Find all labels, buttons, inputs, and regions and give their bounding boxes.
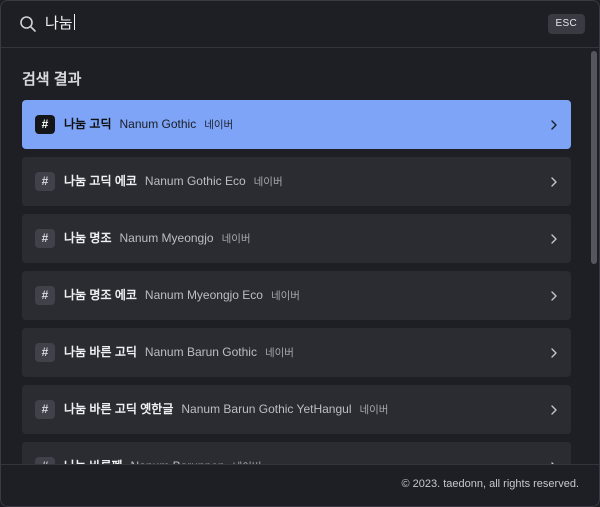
font-vendor: 네이버 xyxy=(253,176,283,188)
result-item[interactable]: # 나눔 고딕 에코 Nanum Gothic Eco 네이버 xyxy=(22,157,571,206)
scrollbar-thumb[interactable] xyxy=(591,51,597,264)
font-name-english: Nanum Barun Gothic xyxy=(144,345,257,359)
hash-icon: # xyxy=(35,229,55,248)
result-item[interactable]: # 나눔 명조 Nanum Myeongjo 네이버 xyxy=(22,214,571,263)
chevron-right-icon xyxy=(551,234,557,244)
font-name-korean: 나눔 명조 에코 xyxy=(64,288,137,302)
search-modal: 나눔 ESC 검색 결과 # 나눔 고딕 Nanum Gothic 네이버 # 나눔 고딕… xyxy=(0,0,600,507)
result-list: # 나눔 고딕 Nanum Gothic 네이버 # 나눔 고딕 에코 Nanum Goth… xyxy=(22,100,571,464)
font-name-korean: 나눔 명조 xyxy=(64,231,112,245)
font-name-english: Nanum Gothic xyxy=(119,117,197,131)
hash-icon: # xyxy=(35,343,55,362)
copyright-text: © 2023. taedonn, all rights reserved. xyxy=(401,478,580,490)
result-item-text: 나눔 바른 고딕 옛한글 Nanum Barun Gothic YetHangul… xyxy=(64,385,388,434)
result-item[interactable]: # 나눔 명조 에코 Nanum Myeongjo Eco 네이버 xyxy=(22,271,571,320)
chevron-right-icon xyxy=(551,291,557,301)
result-item[interactable]: # 나눔 바른 고딕 옛한글 Nanum Barun Gothic YetHangu… xyxy=(22,385,571,434)
result-item[interactable]: # 나눔 바른펜Nanum Barunpen네이버 xyxy=(22,442,571,464)
font-name-english: Nanum Gothic Eco xyxy=(144,174,246,188)
font-name-korean: 나눔 고딕 xyxy=(64,117,112,131)
search-bar: 나눔 ESC xyxy=(1,1,599,48)
hash-icon: # xyxy=(35,400,55,419)
font-vendor: 네이버 xyxy=(264,347,294,359)
result-item-text: 나눔 고딕 에코 Nanum Gothic Eco 네이버 xyxy=(64,157,283,206)
text-caret xyxy=(73,14,75,30)
chevron-right-icon xyxy=(551,177,557,187)
font-vendor: 네이버 xyxy=(221,233,251,245)
font-name-english: Nanum Myeongjo xyxy=(119,231,214,245)
result-item-text: 나눔 바른펜Nanum Barunpen네이버 xyxy=(64,442,262,464)
result-item-text: 나눔 명조 Nanum Myeongjo 네이버 xyxy=(64,214,251,263)
esc-button[interactable]: ESC xyxy=(547,14,585,34)
hash-icon: # xyxy=(35,286,55,305)
search-query: 나눔 xyxy=(45,15,73,32)
result-item-text: 나눔 바른 고딕 Nanum Barun Gothic 네이버 xyxy=(64,328,294,377)
footer: © 2023. taedonn, all rights reserved. xyxy=(1,464,599,506)
chevron-right-icon xyxy=(551,348,557,358)
chevron-right-icon xyxy=(551,120,557,130)
result-item[interactable]: # 나눔 바른 고딕 Nanum Barun Gothic 네이버 xyxy=(22,328,571,377)
section-title: 검색 결과 xyxy=(22,71,82,88)
chevron-right-icon xyxy=(551,405,557,415)
search-input[interactable]: 나눔 xyxy=(45,13,525,35)
font-name-korean: 나눔 바른 고딕 xyxy=(64,345,137,359)
font-vendor: 네이버 xyxy=(270,290,300,302)
font-name-english: Nanum Barun Gothic YetHangul xyxy=(181,402,352,416)
result-item-text: 나눔 명조 에코 Nanum Myeongjo Eco 네이버 xyxy=(64,271,300,320)
font-name-english: Nanum Myeongjo Eco xyxy=(144,288,263,302)
font-vendor: 네이버 xyxy=(204,119,234,131)
search-icon xyxy=(20,16,36,32)
result-item[interactable]: # 나눔 고딕 Nanum Gothic 네이버 xyxy=(22,100,571,149)
results-panel: 검색 결과 # 나눔 고딕 Nanum Gothic 네이버 # 나눔 고딕 에코 Nanu… xyxy=(1,48,591,464)
hash-icon: # xyxy=(35,457,55,464)
hash-icon: # xyxy=(35,172,55,191)
font-name-korean: 나눔 고딕 에코 xyxy=(64,174,137,188)
font-vendor: 네이버 xyxy=(359,404,389,416)
font-name-korean: 나눔 바른 고딕 옛한글 xyxy=(64,402,174,416)
hash-icon: # xyxy=(35,115,55,134)
result-item-text: 나눔 고딕 Nanum Gothic 네이버 xyxy=(64,100,233,149)
